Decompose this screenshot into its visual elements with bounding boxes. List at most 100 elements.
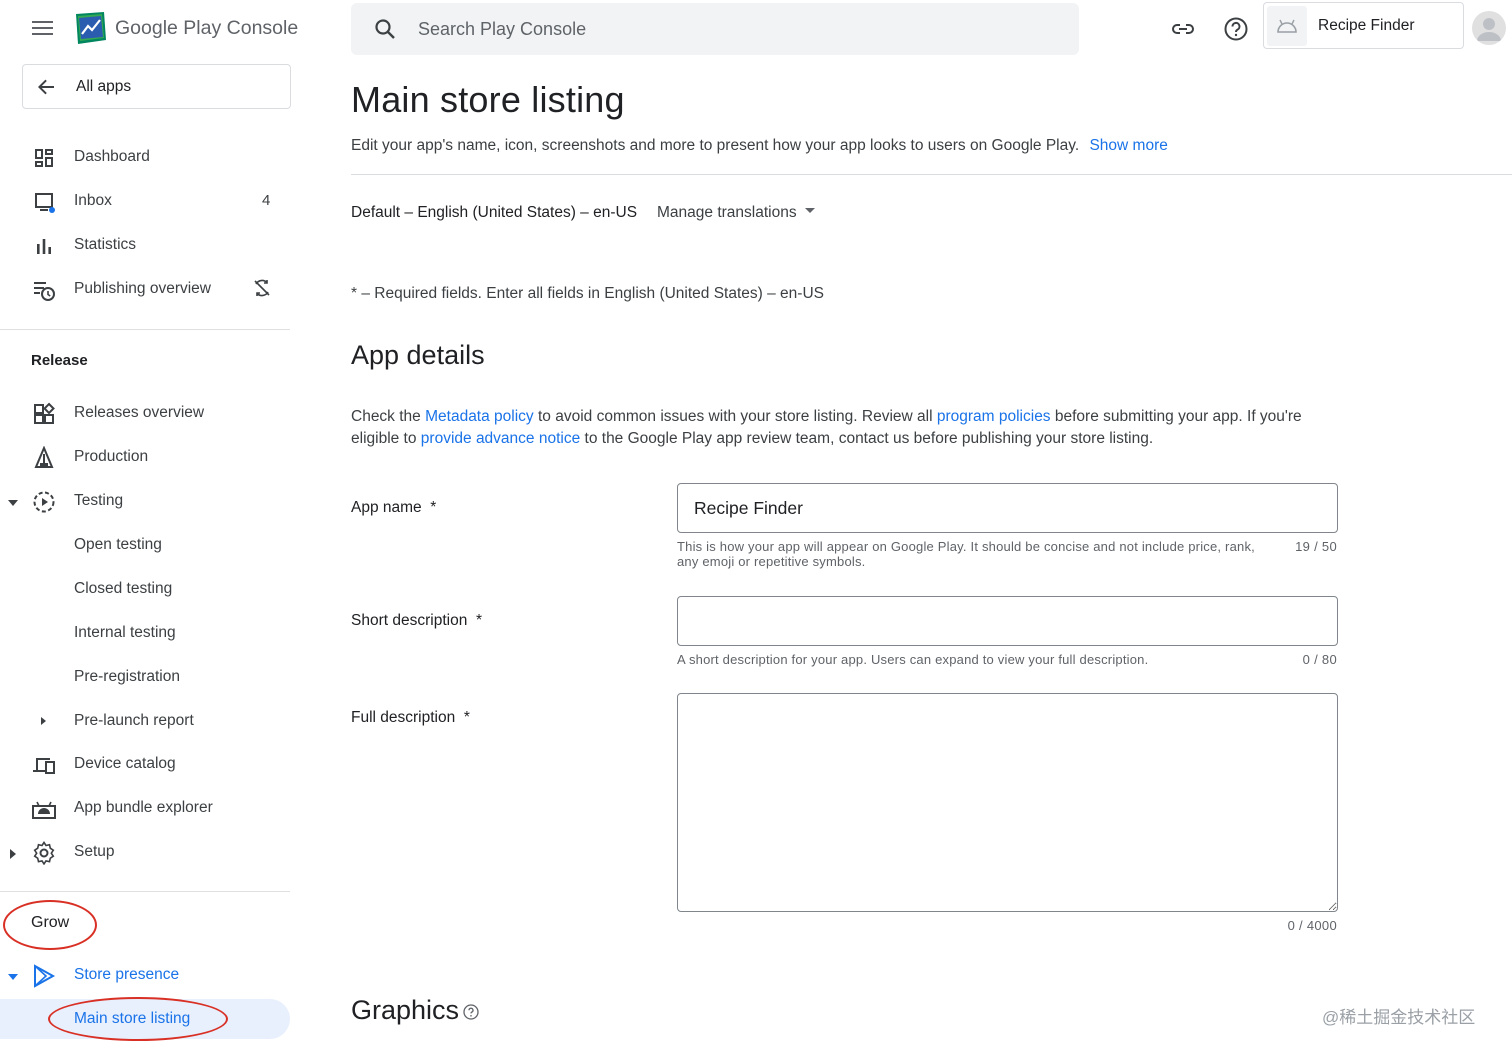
policy-text: to avoid common issues with your store l…	[533, 408, 937, 425]
help-icon[interactable]	[1221, 14, 1251, 44]
short-description-input[interactable]	[677, 596, 1338, 646]
production-icon	[32, 445, 56, 470]
sidebar-item-releases-overview[interactable]: Releases overview	[0, 393, 300, 433]
full-description-label: Full description *	[351, 709, 470, 727]
gear-icon	[32, 841, 56, 866]
brand-console: Console	[226, 17, 299, 39]
sidebar-divider	[0, 891, 290, 892]
sidebar-item-app-bundle-explorer[interactable]: App bundle explorer	[0, 788, 300, 828]
expand-caret-icon[interactable]	[7, 970, 19, 982]
watermark: @稀土掘金技术社区	[1322, 1008, 1476, 1027]
short-description-counter: 0 / 80	[1302, 652, 1337, 667]
sidebar-item-setup[interactable]: Setup	[0, 832, 300, 872]
sidebar-item-pre-registration[interactable]: Pre-registration	[0, 657, 300, 697]
inbox-count-badge: 4	[262, 192, 271, 209]
section-title-graphics: Graphics	[351, 995, 479, 1026]
page-subtitle: Edit your app's name, icon, screenshots …	[351, 137, 1168, 155]
sidebar-item-label: Pre-launch report	[74, 712, 194, 729]
full-description-label-text: Full description	[351, 709, 456, 726]
sidebar-item-label: Closed testing	[74, 580, 173, 597]
sidebar-item-store-presence[interactable]: Store presence	[0, 955, 300, 995]
sidebar-item-label: Internal testing	[74, 624, 176, 641]
program-policies-link[interactable]: program policies	[937, 408, 1051, 425]
required-mark: *	[430, 499, 437, 516]
required-mark: *	[463, 709, 470, 726]
graphics-title-text: Graphics	[351, 995, 460, 1025]
sidebar-item-label: Device catalog	[74, 755, 176, 772]
short-description-label: Short description *	[351, 612, 482, 630]
sidebar-item-main-store-listing[interactable]: Main store listing	[0, 999, 290, 1039]
section-title-grow: Grow	[31, 914, 70, 931]
avatar[interactable]	[1472, 11, 1506, 45]
sidebar-item-production[interactable]: Production	[0, 437, 300, 477]
sidebar-item-closed-testing[interactable]: Closed testing	[0, 569, 300, 609]
sidebar-item-inbox[interactable]: Inbox 4	[0, 181, 300, 221]
metadata-policy-link[interactable]: Metadata policy	[425, 408, 534, 425]
required-fields-note: * – Required fields. Enter all fields in…	[351, 285, 824, 302]
sidebar-item-label: Main store listing	[74, 1010, 191, 1027]
sidebar-item-pre-launch-report[interactable]: Pre-launch report	[0, 701, 300, 741]
sidebar-item-dashboard[interactable]: Dashboard	[0, 137, 300, 177]
sync-disabled-icon	[252, 278, 272, 298]
required-mark: *	[475, 612, 482, 629]
android-bundle-icon	[32, 797, 56, 821]
arrow-back-icon	[38, 79, 54, 95]
search-icon	[375, 19, 395, 39]
sidebar-divider	[0, 329, 290, 330]
sidebar-item-label: Publishing overview	[74, 280, 211, 297]
section-title-release: Release	[31, 352, 88, 369]
sidebar-item-label: Dashboard	[74, 148, 150, 165]
dropdown-arrow-icon	[804, 208, 815, 214]
full-description-textarea[interactable]	[677, 693, 1338, 912]
dashboard-icon	[32, 146, 56, 170]
search-placeholder: Search Play Console	[418, 19, 587, 39]
app-selector[interactable]: Recipe Finder	[1263, 2, 1464, 49]
android-icon	[1277, 19, 1297, 33]
sidebar-item-label: Testing	[74, 492, 124, 509]
advance-notice-link[interactable]: provide advance notice	[421, 430, 580, 447]
brand-title[interactable]: Google Play Console	[115, 17, 298, 40]
sidebar-item-internal-testing[interactable]: Internal testing	[0, 613, 300, 653]
app-icon	[1267, 6, 1307, 46]
manage-translations-dropdown[interactable]: Manage translations	[657, 204, 815, 222]
all-apps-button[interactable]: All apps	[22, 64, 291, 109]
schedule-list-icon	[32, 278, 56, 302]
section-title-app-details: App details	[351, 340, 485, 370]
sidebar-item-open-testing[interactable]: Open testing	[0, 525, 300, 565]
sidebar-item-label: Statistics	[74, 236, 137, 253]
header-divider	[351, 174, 1512, 175]
sidebar-item-testing[interactable]: Testing	[0, 481, 300, 521]
app-name-counter: 19 / 50	[1295, 539, 1337, 554]
manage-translations-label: Manage translations	[657, 204, 797, 221]
sidebar: Google Play Console All apps Dashboard I…	[0, 0, 300, 1051]
link-icon[interactable]	[1168, 14, 1198, 44]
testing-icon	[32, 490, 56, 514]
sidebar-item-label: Releases overview	[74, 404, 205, 421]
show-more-link[interactable]: Show more	[1089, 137, 1167, 154]
sidebar-item-statistics[interactable]: Statistics	[0, 225, 300, 265]
brand-google-play: Google Play	[115, 17, 222, 39]
inbox-icon	[32, 190, 56, 214]
menu-icon[interactable]	[32, 18, 54, 38]
expand-caret-icon[interactable]	[7, 496, 19, 508]
policy-text: to the Google Play app review team, cont…	[580, 430, 1154, 447]
short-description-label-text: Short description	[351, 612, 468, 629]
page-subtitle-text: Edit your app's name, icon, screenshots …	[351, 137, 1080, 154]
all-apps-label: All apps	[76, 78, 132, 95]
search-bar[interactable]: Search Play Console	[351, 3, 1079, 55]
play-store-icon	[32, 964, 56, 988]
sidebar-item-device-catalog[interactable]: Device catalog	[0, 744, 300, 784]
play-console-logo-icon	[74, 10, 108, 46]
help-circle-icon[interactable]	[463, 1004, 479, 1020]
app-name-label-text: App name	[351, 499, 422, 516]
app-name-input[interactable]	[677, 483, 1338, 533]
app-name: Recipe Finder	[1318, 17, 1415, 34]
expand-caret-icon[interactable]	[38, 716, 48, 726]
app-name-label: App name *	[351, 499, 436, 517]
sidebar-item-label: Open testing	[74, 536, 162, 553]
sidebar-item-publishing-overview[interactable]: Publishing overview	[0, 269, 300, 309]
sidebar-item-label: Production	[74, 448, 149, 465]
sidebar-item-label: Setup	[74, 843, 115, 860]
short-description-hint: A short description for your app. Users …	[677, 652, 1149, 667]
expand-caret-icon[interactable]	[7, 847, 19, 859]
